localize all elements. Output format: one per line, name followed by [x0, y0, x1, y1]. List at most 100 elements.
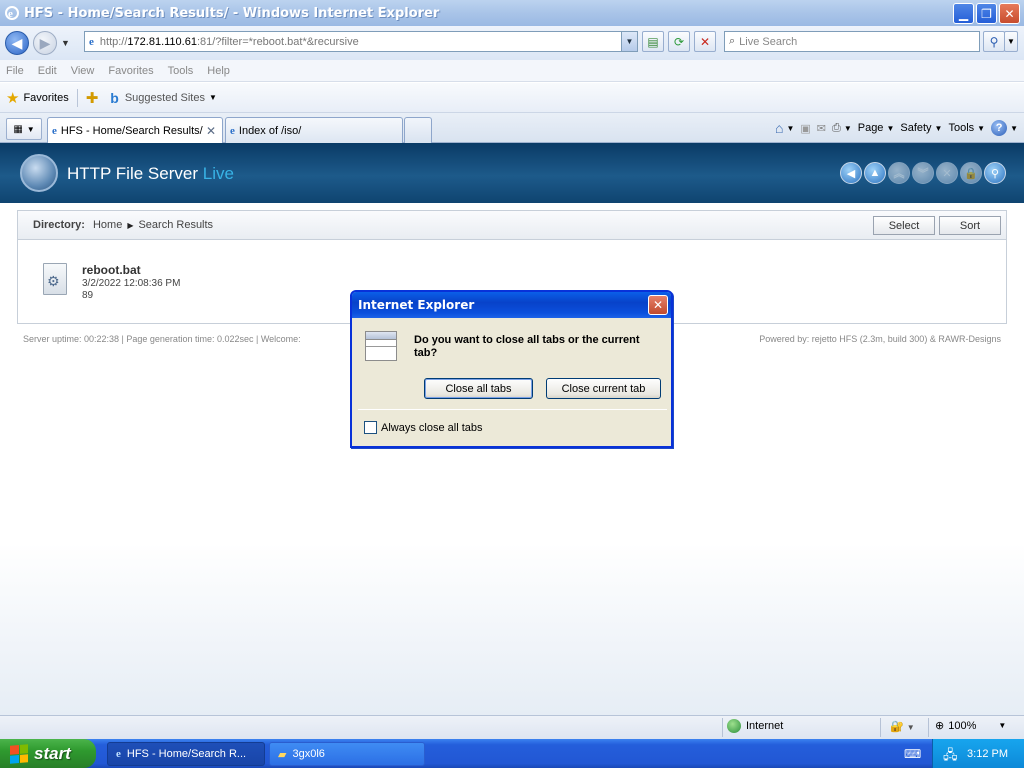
- lock-icon[interactable]: 🔒: [960, 162, 982, 184]
- search-icon[interactable]: ⚲: [984, 162, 1006, 184]
- cancel-icon[interactable]: ✕: [936, 162, 958, 184]
- close-window-button[interactable]: ✕: [999, 3, 1020, 24]
- quick-tabs-button[interactable]: ▦ ▼: [6, 118, 42, 140]
- tools-menu[interactable]: Tools ▼: [948, 122, 985, 134]
- minimize-button[interactable]: ▁: [953, 3, 974, 24]
- ie-page-icon: e: [52, 124, 57, 137]
- help-icon: ?: [991, 120, 1008, 136]
- clock[interactable]: 3:12 PM: [967, 748, 1008, 760]
- print-button[interactable]: ⎙ ▼: [832, 122, 852, 135]
- always-close-checkbox[interactable]: Always close all tabs: [364, 421, 483, 434]
- bing-icon: b: [110, 89, 119, 106]
- divider: [928, 718, 929, 737]
- rss-icon: ▣: [800, 122, 811, 135]
- protected-mode-button[interactable]: 🔐 ▼: [890, 720, 915, 733]
- tab-list-dropdown-icon[interactable]: ▼: [27, 125, 35, 134]
- home-icon: ⌂: [774, 120, 784, 136]
- close-tab-icon[interactable]: ✕: [206, 124, 216, 138]
- address-dropdown-icon[interactable]: ▼: [621, 32, 637, 51]
- favorites-button[interactable]: ★ Favorites: [6, 89, 69, 107]
- menu-tools[interactable]: Tools: [168, 65, 194, 77]
- search-options-dropdown[interactable]: ▼: [1004, 31, 1018, 52]
- back-button[interactable]: ◀: [5, 31, 29, 55]
- close-tabs-dialog: Internet Explorer ✕ Do you want to close…: [350, 290, 673, 448]
- window-title: HFS - Home/Search Results/ - Windows Int…: [24, 5, 440, 21]
- stop-button[interactable]: ✕: [694, 31, 716, 52]
- hfs-logo-icon: [20, 154, 58, 192]
- menu-edit[interactable]: Edit: [38, 65, 57, 77]
- tabs-window-icon: [365, 331, 397, 361]
- read-mail-button[interactable]: ✉: [817, 122, 826, 135]
- address-bar[interactable]: e http://172.81.110.61:81/?filter=*reboo…: [84, 31, 638, 52]
- dialog-title: Internet Explorer: [352, 292, 671, 318]
- up-arrow-icon[interactable]: ▲: [864, 162, 886, 184]
- history-dropdown-icon[interactable]: ▼: [61, 38, 70, 48]
- directory-bar: Directory: Home ▶ Search Results Select …: [17, 210, 1007, 240]
- new-tab-button[interactable]: [404, 117, 432, 143]
- menu-view[interactable]: View: [71, 65, 95, 77]
- feeds-button[interactable]: ▣: [800, 122, 810, 135]
- help-menu[interactable]: ? ▼: [991, 120, 1018, 136]
- ie-logo-icon: e: [4, 5, 20, 21]
- chevron-down-icon[interactable]: ▼: [998, 721, 1006, 730]
- status-bar: Internet 🔐 ▼ ⊕ 100% ▼: [0, 715, 1024, 739]
- compatibility-view-button[interactable]: ▤: [642, 31, 664, 52]
- search-icon: ⚲: [989, 34, 999, 49]
- suggested-sites-button[interactable]: b Suggested Sites ▼: [110, 90, 217, 106]
- tab-index-iso[interactable]: e Index of /iso/: [225, 117, 403, 143]
- network-icon[interactable]: 🖧: [943, 746, 958, 768]
- file-name-link[interactable]: reboot.bat: [82, 263, 141, 277]
- page-icon: e: [89, 35, 94, 48]
- search-button[interactable]: ⚲: [983, 31, 1005, 52]
- mail-icon: ✉: [816, 122, 826, 135]
- folder-icon: ▰: [278, 748, 287, 761]
- security-zone[interactable]: Internet: [727, 719, 783, 733]
- menu-favorites[interactable]: Favorites: [108, 65, 153, 77]
- safety-menu[interactable]: Safety ▼: [900, 122, 942, 134]
- sort-button[interactable]: Sort: [939, 216, 1001, 235]
- close-current-tab-button[interactable]: Close current tab: [546, 378, 661, 399]
- expand-icon[interactable]: ︾: [912, 162, 934, 184]
- keyboard-icon[interactable]: ⌨: [904, 747, 921, 761]
- zoom-button[interactable]: ⊕ 100% ▼: [935, 719, 1006, 733]
- dialog-message: Do you want to close all tabs or the cur…: [414, 334, 640, 359]
- close-all-tabs-button[interactable]: Close all tabs: [424, 378, 533, 399]
- menu-bar: File Edit View Favorites Tools Help: [0, 60, 1024, 82]
- globe-icon: [727, 719, 741, 733]
- menu-file[interactable]: File: [6, 65, 24, 77]
- taskbar-item-folder[interactable]: ▰ 3gx0l6: [269, 742, 425, 766]
- search-input[interactable]: ⌕ Live Search: [724, 31, 980, 52]
- divider: [722, 718, 723, 737]
- dialog-divider: [358, 409, 667, 410]
- dialog-close-button[interactable]: ✕: [648, 295, 668, 315]
- menu-help[interactable]: Help: [207, 65, 230, 77]
- refresh-button[interactable]: ⟳: [668, 31, 690, 52]
- svg-text:e: e: [8, 8, 13, 20]
- zoom-icon: ⊕: [935, 720, 945, 732]
- quick-tabs-icon: ▦: [13, 123, 23, 135]
- ie-icon: e: [116, 748, 121, 760]
- hfs-header: HTTP File Server Live ◀ ▲ ︽ ︾ ✕ 🔒 ⚲: [0, 143, 1024, 203]
- batch-file-icon[interactable]: ⚙: [43, 263, 67, 295]
- back-arrow-icon[interactable]: ◀: [840, 162, 862, 184]
- address-url: http://172.81.110.61:81/?filter=*reboot.…: [99, 35, 359, 48]
- maximize-button[interactable]: ❐: [976, 3, 997, 24]
- title-bar: e HFS - Home/Search Results/ - Windows I…: [0, 0, 1024, 26]
- favorites-bar: ★ Favorites ✚ b Suggested Sites ▼: [0, 83, 1024, 113]
- taskbar-item-ie[interactable]: e HFS - Home/Search R...: [107, 742, 265, 766]
- tab-hfs-search[interactable]: e HFS - Home/Search Results/ ✕: [47, 117, 223, 143]
- select-button[interactable]: Select: [873, 216, 935, 235]
- breadcrumb-home[interactable]: Home: [93, 219, 122, 231]
- page-menu[interactable]: Page ▼: [858, 122, 895, 134]
- tab-row: ▦ ▼ e HFS - Home/Search Results/ ✕ e Ind…: [0, 113, 1024, 143]
- start-button[interactable]: start: [0, 739, 96, 768]
- directory-label: Directory:: [33, 219, 85, 231]
- collapse-icon[interactable]: ︽: [888, 162, 910, 184]
- add-to-favorites-icon[interactable]: ✚: [86, 89, 99, 107]
- checkbox-box[interactable]: [364, 421, 377, 434]
- forward-button[interactable]: ▶: [33, 31, 57, 55]
- command-bar: ⌂ ▼ ▣ ✉ ⎙ ▼ Page ▼ Safety ▼ Tools ▼ ? ▼: [775, 117, 1018, 139]
- chevron-down-icon: ▼: [208, 93, 217, 102]
- breadcrumb-search-results[interactable]: Search Results: [138, 219, 213, 231]
- home-button[interactable]: ⌂ ▼: [775, 120, 794, 136]
